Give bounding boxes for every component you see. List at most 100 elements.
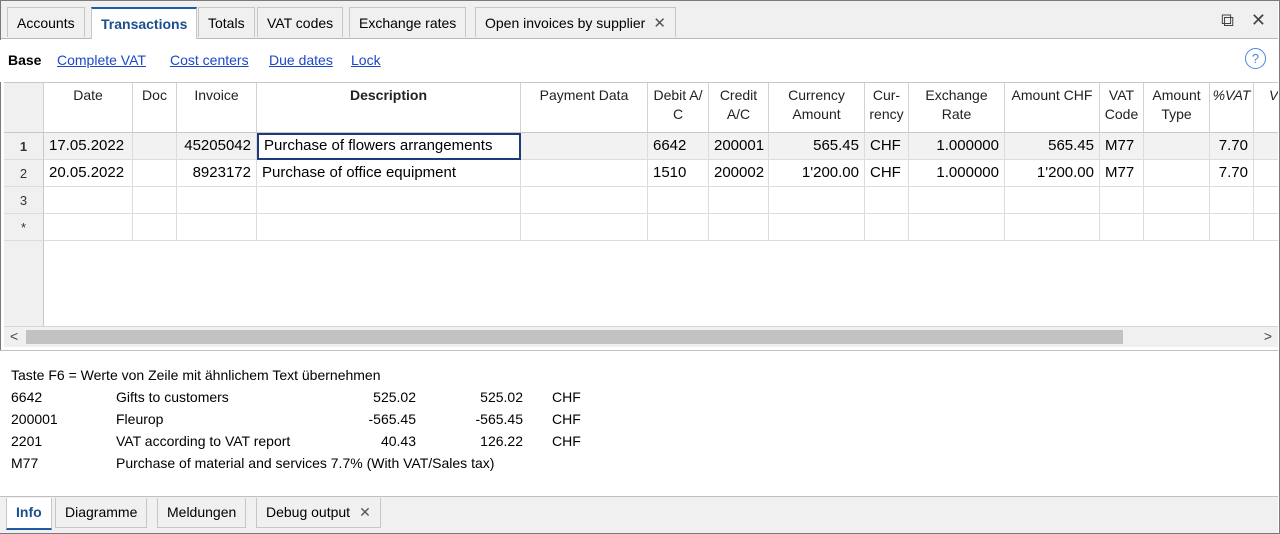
tab-debug-output[interactable]: Debug output ✕ — [256, 498, 381, 528]
cell-payment-data[interactable] — [521, 187, 648, 214]
cell-currency[interactable]: CHF — [865, 133, 909, 160]
column-header-date[interactable]: Date — [44, 83, 133, 133]
scroll-right-icon[interactable]: > — [1264, 328, 1272, 344]
cell-pct-vat[interactable]: 7.70 — [1210, 160, 1254, 187]
view-lock[interactable]: Lock — [351, 52, 381, 68]
cell-doc[interactable] — [133, 187, 177, 214]
cell-exchange-rate[interactable]: 1.000000 — [909, 160, 1005, 187]
cell-amount-chf[interactable]: 565.45 — [1005, 133, 1100, 160]
cell-debit[interactable]: 1510 — [648, 160, 709, 187]
column-header-description[interactable]: Description — [257, 83, 521, 133]
tab-meldungen[interactable]: Meldungen — [157, 498, 247, 528]
cell-vat-code[interactable] — [1100, 187, 1144, 214]
restore-window-icon[interactable]: ⧉ — [1221, 10, 1234, 31]
cell-date[interactable]: 17.05.2022 — [44, 133, 133, 160]
help-icon[interactable]: ? — [1245, 48, 1266, 69]
cell-amount-type[interactable] — [1144, 214, 1210, 241]
cell-currency[interactable] — [865, 187, 909, 214]
cell-vat-code[interactable]: M77 — [1100, 160, 1144, 187]
cell-partial[interactable] — [1254, 160, 1278, 187]
cell-debit[interactable] — [648, 187, 709, 214]
tab-info[interactable]: Info — [6, 498, 52, 530]
cell-invoice[interactable]: 8923172 — [177, 160, 257, 187]
cell-doc[interactable] — [133, 133, 177, 160]
cell-currency-amount[interactable]: 565.45 — [769, 133, 865, 160]
column-header-currency[interactable]: Cur- rency — [865, 83, 909, 133]
cell-currency[interactable] — [865, 214, 909, 241]
tab-vat-codes[interactable]: VAT codes — [257, 7, 344, 37]
cell-amount-chf[interactable] — [1005, 214, 1100, 241]
cell-partial[interactable] — [1254, 214, 1278, 241]
cell-description[interactable] — [257, 214, 521, 241]
column-header-doc[interactable]: Doc — [133, 83, 177, 133]
row-number[interactable]: 2 — [4, 160, 44, 187]
scrollbar-thumb[interactable] — [26, 330, 1123, 344]
cell-currency-amount[interactable]: 1'200.00 — [769, 160, 865, 187]
cell-invoice[interactable]: 45205042 — [177, 133, 257, 160]
cell-currency[interactable]: CHF — [865, 160, 909, 187]
close-window-icon[interactable]: ✕ — [1251, 10, 1266, 31]
close-icon[interactable]: ✕ — [359, 504, 371, 520]
column-header-payment-data[interactable]: Payment Data — [521, 83, 648, 133]
column-header-amount-type[interactable]: Amount Type — [1144, 83, 1210, 133]
view-due-dates[interactable]: Due dates — [269, 52, 333, 68]
cell-exchange-rate[interactable] — [909, 214, 1005, 241]
cell-debit[interactable]: 6642 — [648, 133, 709, 160]
cell-pct-vat[interactable] — [1210, 187, 1254, 214]
cell-vat-code[interactable]: M77 — [1100, 133, 1144, 160]
view-cost-centers[interactable]: Cost centers — [170, 52, 249, 68]
tab-totals[interactable]: Totals — [198, 7, 255, 37]
column-header-credit[interactable]: Credit A/C — [709, 83, 769, 133]
cell-payment-data[interactable] — [521, 214, 648, 241]
cell-date[interactable]: 20.05.2022 — [44, 160, 133, 187]
cell-exchange-rate[interactable] — [909, 187, 1005, 214]
cell-amount-type[interactable] — [1144, 160, 1210, 187]
cell-partial[interactable] — [1254, 133, 1278, 160]
cell-pct-vat[interactable] — [1210, 214, 1254, 241]
cell-doc[interactable] — [133, 160, 177, 187]
cell-currency-amount[interactable] — [769, 214, 865, 241]
cell-invoice[interactable] — [177, 187, 257, 214]
cell-credit[interactable] — [709, 214, 769, 241]
cell-doc[interactable] — [133, 214, 177, 241]
column-header-debit[interactable]: Debit A/ C — [648, 83, 709, 133]
row-number[interactable]: 3 — [4, 187, 44, 214]
cell-date[interactable] — [44, 214, 133, 241]
cell-description[interactable]: Purchase of office equipment — [257, 160, 521, 187]
tab-accounts[interactable]: Accounts — [7, 7, 85, 37]
cell-invoice[interactable] — [177, 214, 257, 241]
column-header-exchange-rate[interactable]: Exchange Rate — [909, 83, 1005, 133]
close-icon[interactable]: ✕ — [653, 8, 666, 39]
cell-credit[interactable]: 200001 — [709, 133, 769, 160]
tab-open-invoices-by-supplier[interactable]: Open invoices by supplier ✕ — [475, 7, 676, 37]
tab-exchange-rates[interactable]: Exchange rates — [349, 7, 467, 37]
cell-description-selected[interactable]: Purchase of flowers arrangements — [257, 133, 521, 160]
cell-amount-type[interactable] — [1144, 187, 1210, 214]
cell-debit[interactable] — [648, 214, 709, 241]
cell-exchange-rate[interactable]: 1.000000 — [909, 133, 1005, 160]
cell-description[interactable] — [257, 187, 521, 214]
view-base[interactable]: Base — [8, 52, 41, 68]
cell-amount-type[interactable] — [1144, 133, 1210, 160]
cell-payment-data[interactable] — [521, 160, 648, 187]
cell-vat-code[interactable] — [1100, 214, 1144, 241]
row-number[interactable]: 1 — [4, 133, 44, 160]
column-header-amount-chf[interactable]: Amount CHF — [1005, 83, 1100, 133]
tab-diagramme[interactable]: Diagramme — [55, 498, 148, 528]
cell-payment-data[interactable] — [521, 133, 648, 160]
column-header-pct-vat[interactable]: %VAT — [1210, 83, 1254, 133]
horizontal-scrollbar[interactable]: < > — [4, 326, 1278, 347]
cell-partial[interactable] — [1254, 187, 1278, 214]
scroll-left-icon[interactable]: < — [10, 328, 18, 344]
cell-currency-amount[interactable] — [769, 187, 865, 214]
column-header-invoice[interactable]: Invoice — [177, 83, 257, 133]
cell-credit[interactable]: 200002 — [709, 160, 769, 187]
column-header-partial[interactable]: V — [1254, 83, 1278, 133]
cell-amount-chf[interactable]: 1'200.00 — [1005, 160, 1100, 187]
view-complete-vat[interactable]: Complete VAT — [57, 52, 146, 68]
cell-amount-chf[interactable] — [1005, 187, 1100, 214]
cell-credit[interactable] — [709, 187, 769, 214]
cell-date[interactable] — [44, 187, 133, 214]
tab-transactions[interactable]: Transactions — [91, 7, 198, 39]
cell-pct-vat[interactable]: 7.70 — [1210, 133, 1254, 160]
